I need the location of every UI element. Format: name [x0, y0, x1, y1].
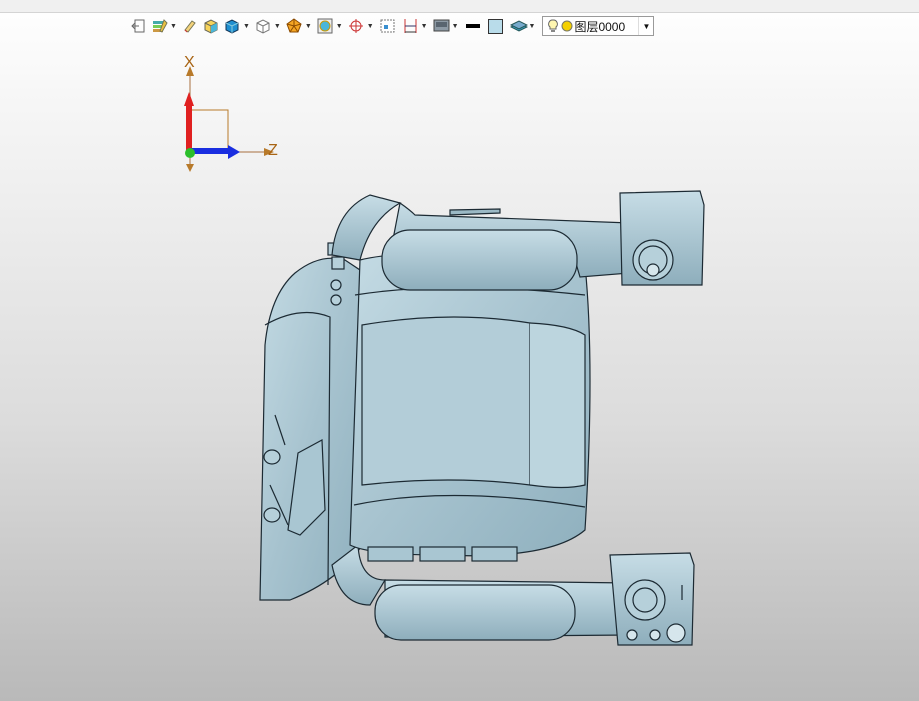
polygon-icon — [286, 18, 302, 33]
crosshair-button[interactable]: ▼ — [346, 15, 376, 37]
x-axis-label: X — [184, 54, 195, 71]
wireframe-box-icon — [256, 19, 270, 34]
layers-button[interactable]: ▼ — [508, 15, 538, 37]
line-weight-button[interactable] — [462, 15, 484, 37]
chevron-down-icon: ▼ — [528, 22, 536, 30]
chevron-down-icon: ▼ — [170, 22, 177, 30]
layer-selector[interactable]: 图层0000 ▼ — [542, 16, 655, 36]
view-triad: X Z — [170, 52, 290, 187]
shaded-box-button[interactable] — [201, 15, 221, 37]
solid-box-icon — [225, 19, 239, 34]
dimension-icon — [404, 19, 417, 33]
line-weight-icon — [465, 24, 480, 28]
bulb-icon — [548, 19, 559, 32]
z-axis-label: Z — [268, 142, 278, 159]
seat-3d-model[interactable] — [250, 185, 720, 660]
chevron-down-icon: ▼ — [366, 22, 374, 30]
wireframe-box-button[interactable]: ▼ — [253, 15, 283, 37]
fill-color-icon — [487, 19, 503, 34]
snapshot-icon — [380, 19, 395, 33]
exit-icon — [131, 19, 145, 33]
chevron-down-icon: ▼ — [420, 22, 428, 30]
dimension-button[interactable]: ▼ — [400, 15, 430, 37]
exit-button[interactable] — [128, 15, 148, 37]
chevron-down-icon: ▼ — [304, 22, 312, 30]
eraser-icon — [184, 20, 196, 33]
window-top-strip — [0, 0, 919, 13]
frame-icon — [317, 18, 333, 34]
palette-icon — [153, 19, 168, 33]
chevron-down-icon: ▼ — [335, 22, 343, 30]
frame-button[interactable]: ▼ — [315, 15, 345, 37]
layer-name: 图层0000 — [574, 19, 626, 34]
shaded-box-icon — [204, 19, 218, 34]
screen-icon — [433, 19, 450, 32]
crosshair-icon — [348, 19, 363, 33]
layers-icon — [509, 20, 528, 32]
layer-color-dot-icon — [561, 20, 573, 32]
chevron-down-icon: ▼ — [451, 22, 459, 30]
snapshot-button[interactable] — [377, 15, 399, 37]
chevron-down-icon: ▼ — [273, 22, 281, 30]
solid-box-button[interactable]: ▼ — [222, 15, 252, 37]
palette-button[interactable]: ▼ — [149, 15, 179, 37]
model-viewport-graphic — [259, 190, 705, 646]
eraser-button[interactable] — [180, 15, 200, 37]
chevron-down-icon: ▼ — [242, 22, 250, 30]
view-toolbar: ▼ ▼ ▼ ▼ ▼ ▼ ▼ ▼ ▼ 图层0000 ▼ — [128, 14, 655, 38]
screen-button[interactable]: ▼ — [431, 15, 461, 37]
fill-color-button[interactable] — [485, 15, 507, 37]
polygon-button[interactable]: ▼ — [284, 15, 314, 37]
chevron-down-icon[interactable]: ▼ — [638, 17, 653, 35]
